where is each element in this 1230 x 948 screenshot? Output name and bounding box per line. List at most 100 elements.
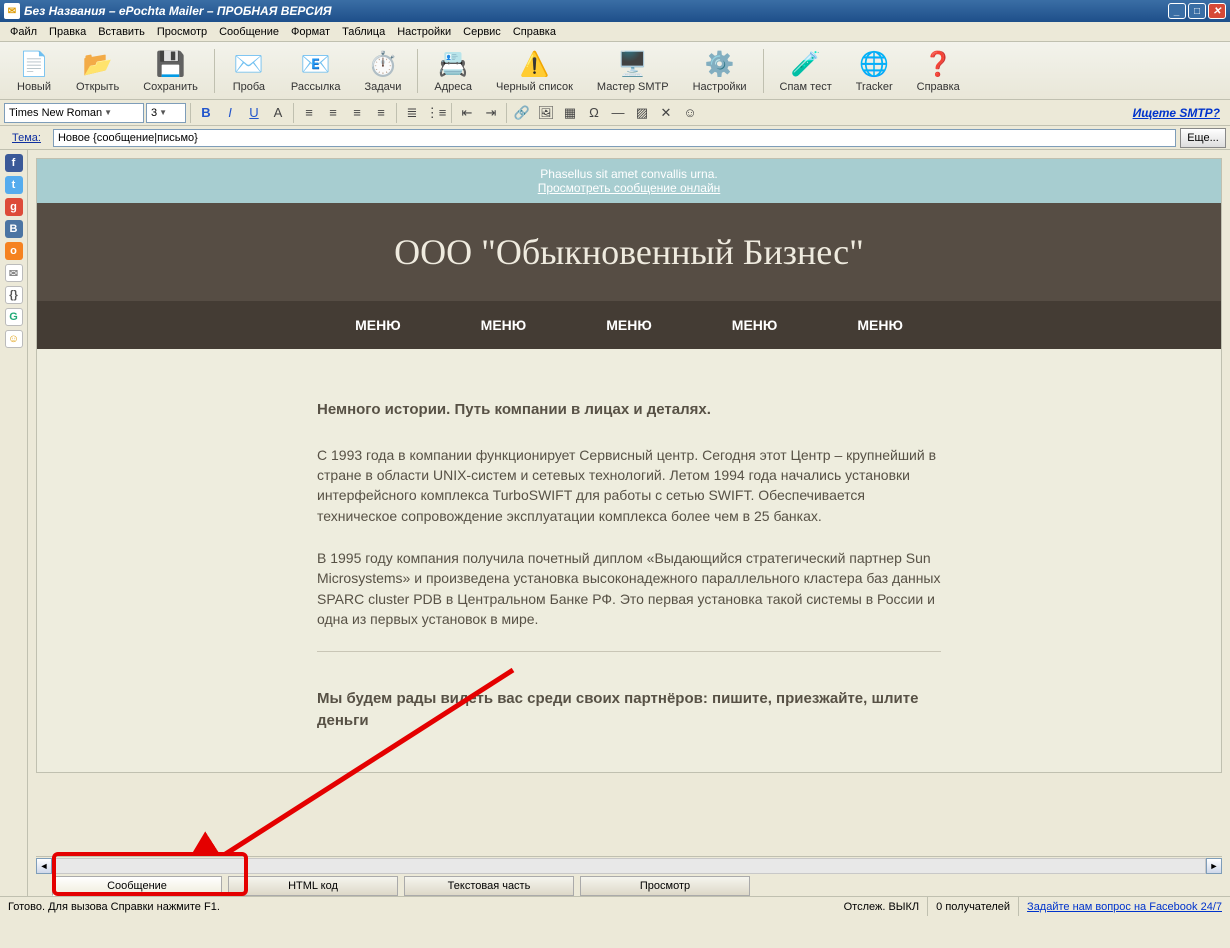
code-icon[interactable]: {}	[5, 286, 23, 304]
company-title: ООО "Обыкновенный Бизнес"	[47, 231, 1211, 273]
numbered-list-button[interactable]: ≣	[401, 102, 423, 124]
help-button-icon: ❓	[922, 48, 954, 80]
settings-button[interactable]: ⚙️Настройки	[681, 46, 759, 95]
twitter-icon[interactable]: t	[5, 176, 23, 194]
title-bar: ✉ Без Названия – ePochta Mailer – ПРОБНА…	[0, 0, 1230, 22]
tab-Текстовая часть[interactable]: Текстовая часть	[404, 876, 574, 896]
smtp-wizard-button[interactable]: 🖥️Мастер SMTP	[585, 46, 681, 95]
nav-item[interactable]: МЕНЮ	[355, 317, 401, 333]
bulleted-list-button[interactable]: ⋮≡	[425, 102, 447, 124]
smtp-link[interactable]: Ищете SMTP?	[1133, 106, 1220, 120]
nav-item[interactable]: МЕНЮ	[857, 317, 903, 333]
tab-Просмотр[interactable]: Просмотр	[580, 876, 750, 896]
divider	[317, 651, 941, 652]
open-button[interactable]: 📂Открыть	[64, 46, 131, 95]
font-size-select[interactable]: 3▼	[146, 103, 186, 123]
emoji-icon[interactable]: ☺	[5, 330, 23, 348]
insert-hr-button[interactable]: —	[607, 102, 629, 124]
underline-button[interactable]: U	[243, 102, 265, 124]
align-left-button[interactable]: ≡	[298, 102, 320, 124]
emoji-button[interactable]: ☺	[679, 102, 701, 124]
close-button[interactable]: ✕	[1208, 3, 1226, 19]
send-button[interactable]: 📧Рассылка	[279, 46, 353, 95]
font-color-button[interactable]: A	[267, 102, 289, 124]
toolbar-separator	[214, 49, 215, 93]
google-icon[interactable]: G	[5, 308, 23, 326]
menu-Сообщение[interactable]: Сообщение	[213, 24, 285, 40]
nav-item[interactable]: МЕНЮ	[481, 317, 527, 333]
insert-table-button[interactable]: ▦	[559, 102, 581, 124]
facebook-support-link[interactable]: Задайте нам вопрос на Facebook 24/7	[1019, 901, 1230, 913]
app-icon: ✉	[4, 3, 20, 19]
scroll-track[interactable]	[52, 858, 1206, 874]
canvas: Phasellus sit amet convallis urna. Просм…	[28, 150, 1230, 896]
vk-icon[interactable]: B	[5, 220, 23, 238]
outdent-button[interactable]: ⇤	[456, 102, 478, 124]
horizontal-scrollbar[interactable]: ◄ ►	[36, 856, 1222, 874]
addresses-button[interactable]: 📇Адреса	[422, 46, 484, 95]
nav-item[interactable]: МЕНЮ	[732, 317, 778, 333]
more-button[interactable]: Еще...	[1180, 128, 1226, 148]
insert-image-button[interactable]: 🖼	[535, 102, 557, 124]
menu-Таблица[interactable]: Таблица	[336, 24, 391, 40]
toolbar-separator	[417, 49, 418, 93]
menu-Файл[interactable]: Файл	[4, 24, 43, 40]
email-banner: Phasellus sit amet convallis urna. Просм…	[37, 159, 1221, 203]
insert-symbol-button[interactable]: Ω	[583, 102, 605, 124]
odnoklassniki-icon[interactable]: o	[5, 242, 23, 260]
insert-link-button[interactable]: 🔗	[511, 102, 533, 124]
indent-button[interactable]: ⇥	[480, 102, 502, 124]
menu-Настройки[interactable]: Настройки	[391, 24, 457, 40]
tab-HTML код[interactable]: HTML код	[228, 876, 398, 896]
maximize-button[interactable]: □	[1188, 3, 1206, 19]
menu-bar: ФайлПравкаВставитьПросмотрСообщениеФорма…	[0, 22, 1230, 42]
nav-item[interactable]: МЕНЮ	[606, 317, 652, 333]
status-ready: Готово. Для вызова Справки нажмите F1.	[0, 897, 836, 916]
clear-format-button[interactable]: ✕	[655, 102, 677, 124]
tab-Сообщение[interactable]: Сообщение	[52, 876, 222, 896]
italic-button[interactable]: I	[219, 102, 241, 124]
side-panel: ftgBo ✉ {} G ☺	[0, 150, 28, 896]
subject-label[interactable]: Тема:	[4, 132, 49, 144]
menu-Правка[interactable]: Правка	[43, 24, 92, 40]
bold-button[interactable]: B	[195, 102, 217, 124]
save-button[interactable]: 💾Сохранить	[131, 46, 210, 95]
align-right-button[interactable]: ≡	[346, 102, 368, 124]
main-toolbar: 📄Новый📂Открыть💾Сохранить✉️Проба📧Рассылка…	[0, 42, 1230, 100]
google-plus-icon[interactable]: g	[5, 198, 23, 216]
menu-Вставить[interactable]: Вставить	[92, 24, 151, 40]
cta-heading: Мы будем рады видеть вас среди своих пар…	[317, 688, 941, 732]
facebook-icon[interactable]: f	[5, 154, 23, 172]
blacklist-button[interactable]: ⚠️Черный список	[484, 46, 585, 95]
work-area: ftgBo ✉ {} G ☺ Phasellus sit amet convallis …	[0, 150, 1230, 896]
menu-Формат[interactable]: Формат	[285, 24, 336, 40]
section-heading: Немного истории. Путь компании в лицах и…	[317, 399, 941, 421]
menu-Справка[interactable]: Справка	[507, 24, 562, 40]
toolbar-separator	[763, 49, 764, 93]
subject-input[interactable]	[53, 129, 1176, 147]
menu-Сервис[interactable]: Сервис	[457, 24, 507, 40]
blacklist-button-icon: ⚠️	[518, 48, 550, 80]
help-button[interactable]: ❓Справка	[905, 46, 972, 95]
minimize-button[interactable]: _	[1168, 3, 1186, 19]
email-preview[interactable]: Phasellus sit amet convallis urna. Просм…	[36, 158, 1222, 773]
mail-icon[interactable]: ✉	[5, 264, 23, 282]
menu-Просмотр[interactable]: Просмотр	[151, 24, 213, 40]
scroll-left-button[interactable]: ◄	[36, 858, 52, 874]
font-name-select[interactable]: Times New Roman▼	[4, 103, 144, 123]
spam-test-button[interactable]: 🧪Спам тест	[768, 46, 844, 95]
settings-button-icon: ⚙️	[704, 48, 736, 80]
tracker-button[interactable]: 🌐Tracker	[844, 46, 905, 95]
smtp-wizard-button-icon: 🖥️	[617, 48, 649, 80]
view-online-link[interactable]: Просмотреть сообщение онлайн	[538, 181, 721, 195]
tasks-button[interactable]: ⏱️Задачи	[352, 46, 413, 95]
spam-test-button-icon: 🧪	[790, 48, 822, 80]
new-button[interactable]: 📄Новый	[4, 46, 64, 95]
background-button[interactable]: ▨	[631, 102, 653, 124]
test-button[interactable]: ✉️Проба	[219, 46, 279, 95]
view-tabs: Сообщение HTML код Текстовая часть Просмотр	[28, 874, 1230, 896]
banner-text: Phasellus sit amet convallis urna.	[45, 167, 1213, 181]
align-justify-button[interactable]: ≡	[370, 102, 392, 124]
align-center-button[interactable]: ≡	[322, 102, 344, 124]
scroll-right-button[interactable]: ►	[1206, 858, 1222, 874]
